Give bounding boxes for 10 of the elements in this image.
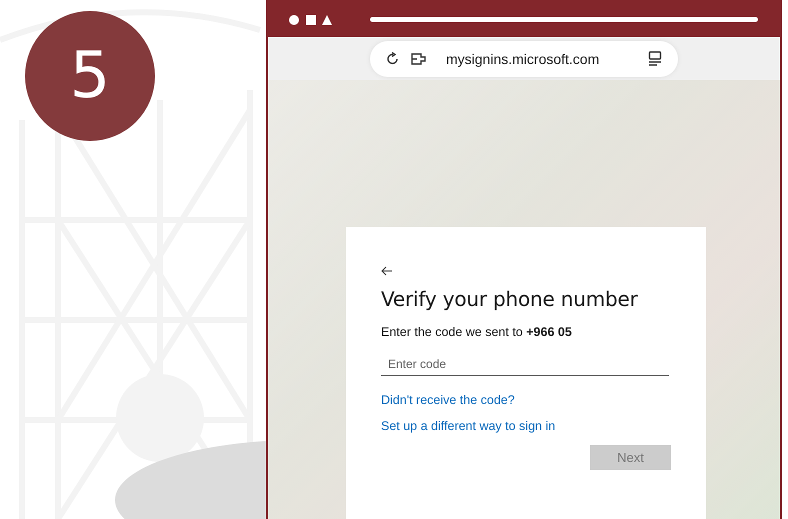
address-bar[interactable]: mysignins.microsoft.com — [370, 40, 678, 76]
step-number-badge: 5 — [25, 11, 155, 141]
extension-icon[interactable] — [410, 52, 428, 66]
page-title: Verify your phone number — [381, 287, 638, 311]
help-link[interactable]: Set up a different way to sign in — [381, 419, 556, 433]
reader-view-icon[interactable] — [648, 50, 662, 66]
url-text: mysignins.microsoft.com — [446, 50, 600, 66]
help-link[interactable]: Didn't receive the code? — [381, 393, 515, 407]
reload-icon[interactable] — [386, 52, 400, 66]
instruction-text: Enter the code we sent to +966 05 — [381, 325, 572, 339]
